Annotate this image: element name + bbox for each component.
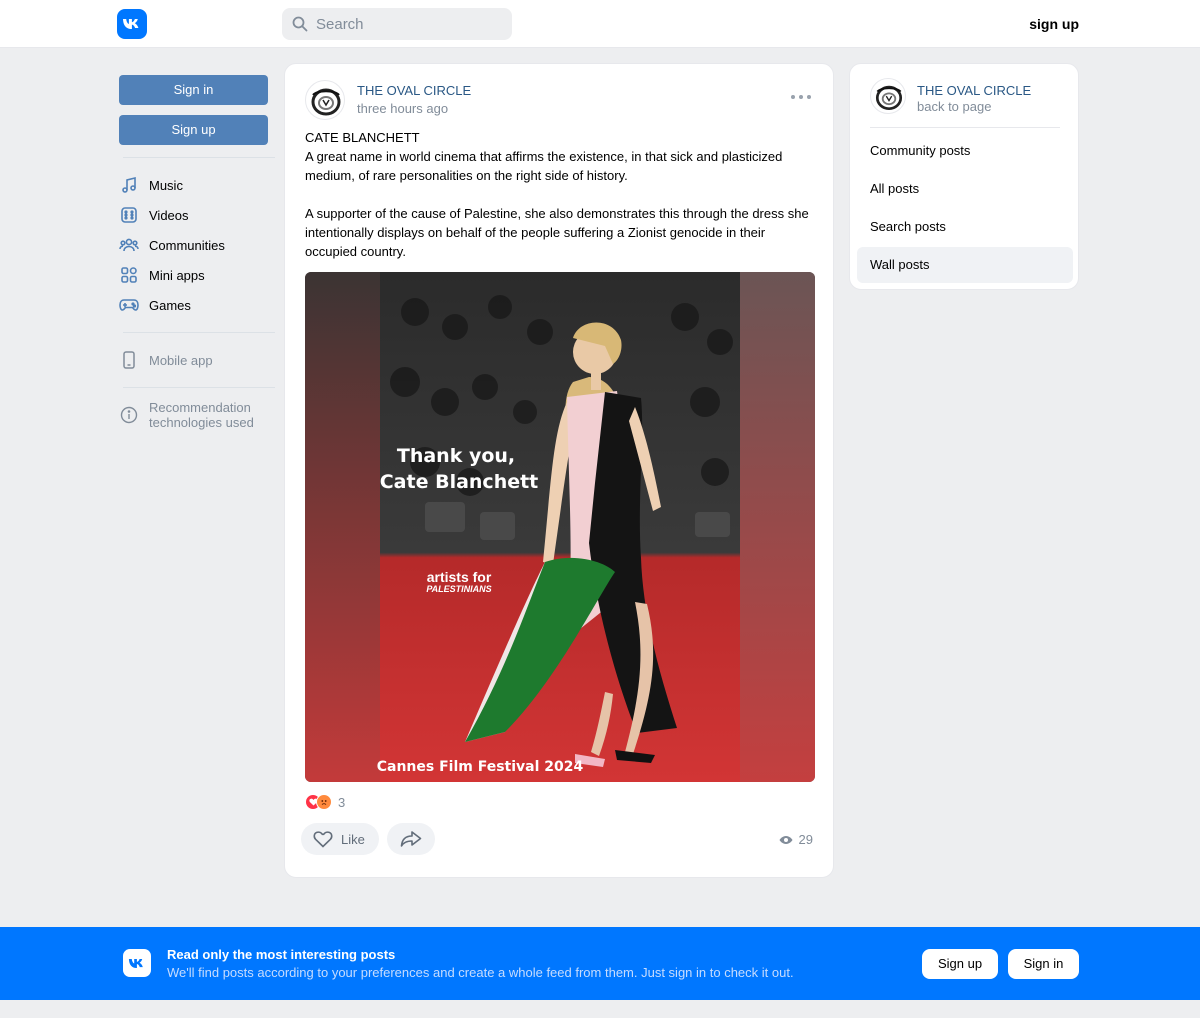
posts-menu: Community posts All posts Search posts W… [857,133,1073,285]
image-footer-caption: Cannes Film Festival 2024 [377,759,584,775]
post-photo: Thank you, Cate Blanchett artists for PA… [305,272,815,782]
sidebar-divider [123,157,275,158]
phone-icon [119,350,139,370]
banner-title: Read only the most interesting posts [167,947,396,962]
sidebar-item-mobile-app[interactable]: Mobile app [119,345,275,375]
menu-item-search-posts[interactable]: Search posts [857,209,1073,245]
info-icon [119,405,139,425]
angry-reaction-icon [316,794,332,810]
search-icon [292,16,308,32]
top-header: sign up [0,0,1200,48]
image-brand-line-1: artists for [427,569,492,585]
image-brand-line-2: PALESTINIANS [426,584,491,594]
banner-sign-up-button[interactable]: Sign up [922,949,998,979]
search-input[interactable] [316,15,506,33]
sidebar-item-communities[interactable]: Communities [119,230,275,260]
sidebar-divider [123,387,275,388]
image-caption-line-1: Thank you, [397,445,515,467]
sidebar-item-label: Games [149,297,191,313]
mini-apps-icon [119,265,139,285]
gamepad-icon [119,295,139,315]
like-label: Like [341,831,365,847]
banner-sign-in-button[interactable]: Sign in [1008,949,1079,979]
header-signup-link[interactable]: sign up [1029,16,1079,32]
post-image[interactable]: Thank you, Cate Blanchett artists for PA… [305,272,815,782]
community-avatar-small[interactable] [870,78,906,114]
recommendation-label: Recommendation technologies used [149,400,254,430]
post-timestamp[interactable]: three hours ago [357,101,448,116]
communities-icon [119,235,139,255]
banner-subtitle: We'll find posts according to your prefe… [167,965,794,980]
left-sidebar: Sign in Sign up Music Videos Communities… [119,75,275,434]
menu-item-wall-posts[interactable]: Wall posts [857,247,1073,283]
heart-outline-icon [313,831,333,848]
sidebar-item-label: Communities [149,237,225,253]
views-counter: 29 [779,832,813,847]
share-button[interactable] [387,823,435,855]
sidebar-item-games[interactable]: Games [119,290,275,320]
vk-logo-icon [123,949,151,977]
post-author-link[interactable]: THE OVAL CIRCLE [357,83,471,98]
video-icon [119,205,139,225]
music-icon [119,175,139,195]
image-caption-line-2: Cate Blanchett [380,471,539,493]
sidebar-divider [123,332,275,333]
community-avatar[interactable] [305,80,345,120]
community-nav-card: THE OVAL CIRCLE back to page Community p… [849,63,1079,290]
sidebar-item-label: Music [149,177,183,193]
sign-in-button[interactable]: Sign in [119,75,268,105]
recommendation-line-1: Recommendation [149,400,251,415]
sidebar-item-label: Mobile app [149,352,213,368]
sidebar-item-mini-apps[interactable]: Mini apps [119,260,275,290]
reactions-summary[interactable]: 3 [305,794,345,810]
sidebar-item-videos[interactable]: Videos [119,200,275,230]
sidebar-item-music[interactable]: Music [119,170,275,200]
community-name-link[interactable]: THE OVAL CIRCLE [917,83,1031,98]
right-panel-divider [870,127,1060,128]
menu-item-community-posts[interactable]: Community posts [857,133,1073,169]
more-options-icon[interactable] [791,92,811,102]
sign-up-button[interactable]: Sign up [119,115,268,145]
menu-item-all-posts[interactable]: All posts [857,171,1073,207]
recommendation-line-2: technologies used [149,415,254,430]
sidebar-item-recommendations[interactable]: Recommendation technologies used [119,400,275,434]
post-text: CATE BLANCHETT A great name in world cin… [305,130,809,259]
back-to-page-link[interactable]: back to page [917,99,991,114]
sidebar-item-label: Videos [149,207,189,223]
like-button[interactable]: Like [301,823,379,855]
signup-banner: Read only the most interesting posts We'… [0,927,1200,1000]
vk-logo-icon[interactable] [117,9,147,39]
eye-icon [779,835,793,844]
post-card: THE OVAL CIRCLE three hours ago CATE BLA… [284,63,834,878]
reactions-count: 3 [338,794,346,810]
views-count: 29 [798,832,813,847]
sidebar-item-label: Mini apps [149,267,205,283]
search-box[interactable] [282,8,512,40]
share-icon [400,831,422,847]
